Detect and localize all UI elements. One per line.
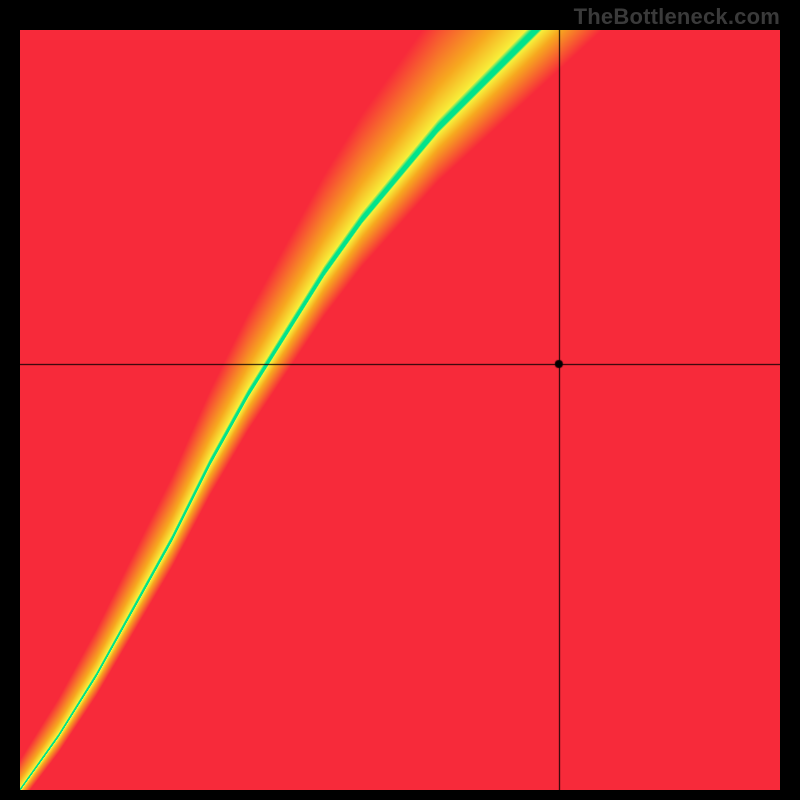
heatmap-plot [20,30,780,790]
crosshair-overlay [20,30,780,790]
root: TheBottleneck.com [0,0,800,800]
watermark-text: TheBottleneck.com [574,4,780,30]
